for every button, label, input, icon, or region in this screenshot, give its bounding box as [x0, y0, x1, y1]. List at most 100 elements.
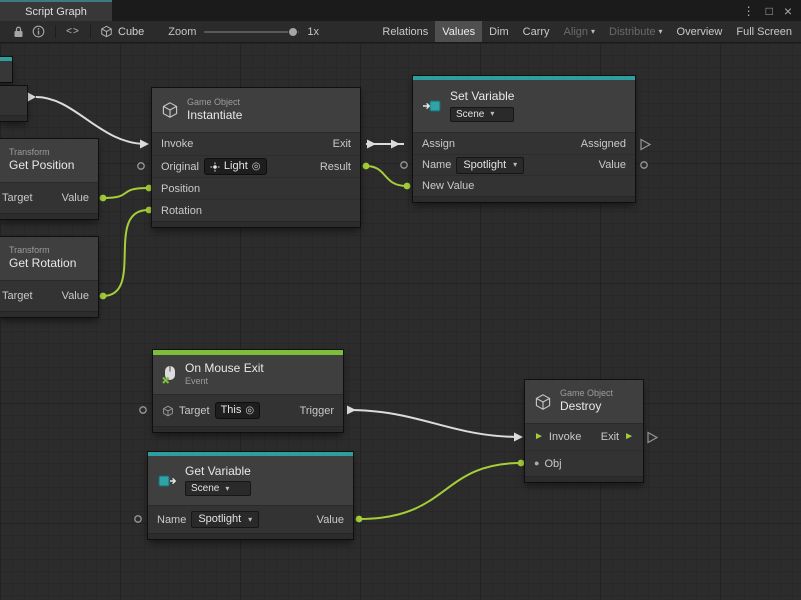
window-menu-icon[interactable]: ⋮: [743, 5, 755, 17]
object-picker-icon[interactable]: ◎: [245, 406, 254, 416]
mouse-exit-icon: [162, 365, 177, 384]
node-header[interactable]: Transform Get Position: [0, 139, 98, 183]
node-category: Event: [185, 377, 264, 387]
game-object-icon: [162, 405, 174, 417]
invoke-port-label: Invoke: [549, 431, 581, 443]
original-port-label: Original: [161, 161, 199, 173]
exit-flow-arrow-icon: ►: [624, 432, 634, 442]
node-get-rotation[interactable]: Transform Get Rotation Target Value: [0, 237, 98, 317]
obj-port-icon[interactable]: ●: [534, 459, 539, 468]
close-icon[interactable]: ×: [784, 4, 792, 18]
node-category: Transform: [9, 148, 74, 158]
value-port-label: Value: [317, 514, 344, 526]
node-on-mouse-exit[interactable]: On Mouse Exit Event Target This ◎ Trigge…: [153, 350, 343, 432]
node-instantiate[interactable]: Game Object Instantiate Invoke Exit Orig…: [152, 88, 360, 227]
node-fragment[interactable]: [0, 86, 27, 121]
zoom-value: 1x: [307, 26, 319, 38]
node-header[interactable]: Get Variable Scene ▾: [148, 456, 353, 506]
exit-port-label: Exit: [333, 138, 351, 150]
target-object-value: This: [221, 404, 242, 417]
value-port-label: Value: [599, 159, 626, 171]
rotation-port-label: Rotation: [161, 205, 202, 217]
name-port-label: Name: [157, 514, 186, 526]
tab-script-graph[interactable]: Script Graph: [0, 0, 112, 21]
dim-button[interactable]: Dim: [482, 21, 516, 42]
cube-icon: [161, 101, 179, 119]
original-object-field[interactable]: Light ◎: [204, 158, 267, 175]
node-header[interactable]: Game Object Destroy: [525, 380, 643, 424]
target-port-label: Target: [2, 290, 33, 302]
node-category: Transform: [9, 246, 76, 256]
trigger-port-label: Trigger: [300, 405, 334, 417]
chevron-down-icon: ▾: [659, 28, 663, 36]
node-category: Game Object: [187, 98, 242, 108]
invoke-flow-arrow-icon: ►: [534, 432, 544, 442]
chevron-down-icon: ▾: [513, 161, 517, 169]
chevron-down-icon: ▾: [225, 485, 229, 493]
chevron-down-icon: ▾: [591, 28, 595, 36]
relations-button[interactable]: Relations: [375, 21, 435, 42]
zoom-slider-handle[interactable]: [288, 27, 298, 37]
result-port-label: Result: [320, 161, 351, 173]
node-header[interactable]: Transform Get Rotation: [0, 237, 98, 281]
values-button[interactable]: Values: [435, 21, 482, 42]
node-title: On Mouse Exit: [185, 362, 264, 376]
node-set-variable[interactable]: Set Variable Scene ▾ Assign Assigned Nam…: [413, 76, 635, 202]
graph-canvas[interactable]: [0, 43, 801, 600]
node-destroy[interactable]: Game Object Destroy ► Invoke Exit ► ● Ob…: [525, 380, 643, 482]
target-port-label: Target: [179, 405, 210, 417]
position-port-label: Position: [161, 183, 200, 195]
original-object-value: Light: [224, 160, 248, 173]
node-header[interactable]: Set Variable Scene ▾: [413, 80, 635, 133]
code-view-icon[interactable]: <>: [63, 21, 83, 42]
variable-scope-dropdown[interactable]: Scene ▾: [185, 481, 251, 496]
graph-owner-chip: Cube: [100, 25, 144, 38]
node-header[interactable]: Game Object Instantiate: [152, 88, 360, 133]
value-port-label: Value: [62, 192, 89, 204]
node-get-variable[interactable]: Get Variable Scene ▾ Name Spotlight ▾ Va…: [148, 452, 353, 539]
assign-port-label: Assign: [422, 138, 455, 150]
invoke-port-label: Invoke: [161, 138, 193, 150]
lock-icon[interactable]: [8, 21, 28, 42]
target-object-field[interactable]: This ◎: [215, 402, 261, 419]
name-port-label: Name: [422, 159, 451, 171]
zoom-slider[interactable]: [204, 31, 299, 33]
chevron-down-icon: ▾: [248, 516, 252, 524]
node-title: Get Position: [9, 159, 74, 173]
node-title: Destroy: [560, 400, 613, 414]
graph-owner-name: Cube: [118, 26, 144, 38]
variable-name-dropdown[interactable]: Spotlight ▾: [456, 157, 524, 174]
node-title: Get Rotation: [9, 257, 76, 271]
carry-button[interactable]: Carry: [516, 21, 557, 42]
node-title: Get Variable: [185, 465, 251, 479]
variable-name-dropdown[interactable]: Spotlight ▾: [191, 511, 259, 528]
node-get-position[interactable]: Transform Get Position Target Value: [0, 139, 98, 219]
set-variable-icon: [422, 96, 442, 116]
tab-label: Script Graph: [25, 6, 87, 18]
light-icon: [210, 162, 220, 172]
object-picker-icon[interactable]: ◎: [252, 162, 261, 172]
cube-icon: [100, 25, 113, 38]
node-title: Set Variable: [450, 90, 514, 104]
value-port-label: Value: [62, 290, 89, 302]
get-variable-icon: [157, 471, 177, 491]
distribute-button[interactable]: Distribute▾: [602, 21, 669, 42]
node-category: Game Object: [560, 389, 613, 399]
chevron-down-icon: ▾: [490, 110, 494, 118]
node-header[interactable]: On Mouse Exit Event: [153, 355, 343, 395]
newvalue-port-label: New Value: [422, 180, 474, 192]
node-title: Instantiate: [187, 109, 242, 123]
target-port-label: Target: [2, 192, 33, 204]
overview-button[interactable]: Overview: [670, 21, 730, 42]
align-button[interactable]: Align▾: [557, 21, 602, 42]
cube-icon: [534, 393, 552, 411]
maximize-icon[interactable]: □: [766, 5, 773, 17]
obj-port-label: Obj: [544, 458, 561, 470]
node-fragment[interactable]: [0, 57, 12, 82]
exit-port-label: Exit: [601, 431, 619, 443]
info-icon[interactable]: [28, 21, 48, 42]
window-titlebar: Script Graph ⋮ □ ×: [0, 0, 801, 21]
variable-scope-dropdown[interactable]: Scene ▾: [450, 107, 514, 122]
full-screen-button[interactable]: Full Screen: [729, 21, 799, 42]
graph-toolbar: <> Cube Zoom 1x Relations Values Dim Car…: [0, 21, 801, 43]
